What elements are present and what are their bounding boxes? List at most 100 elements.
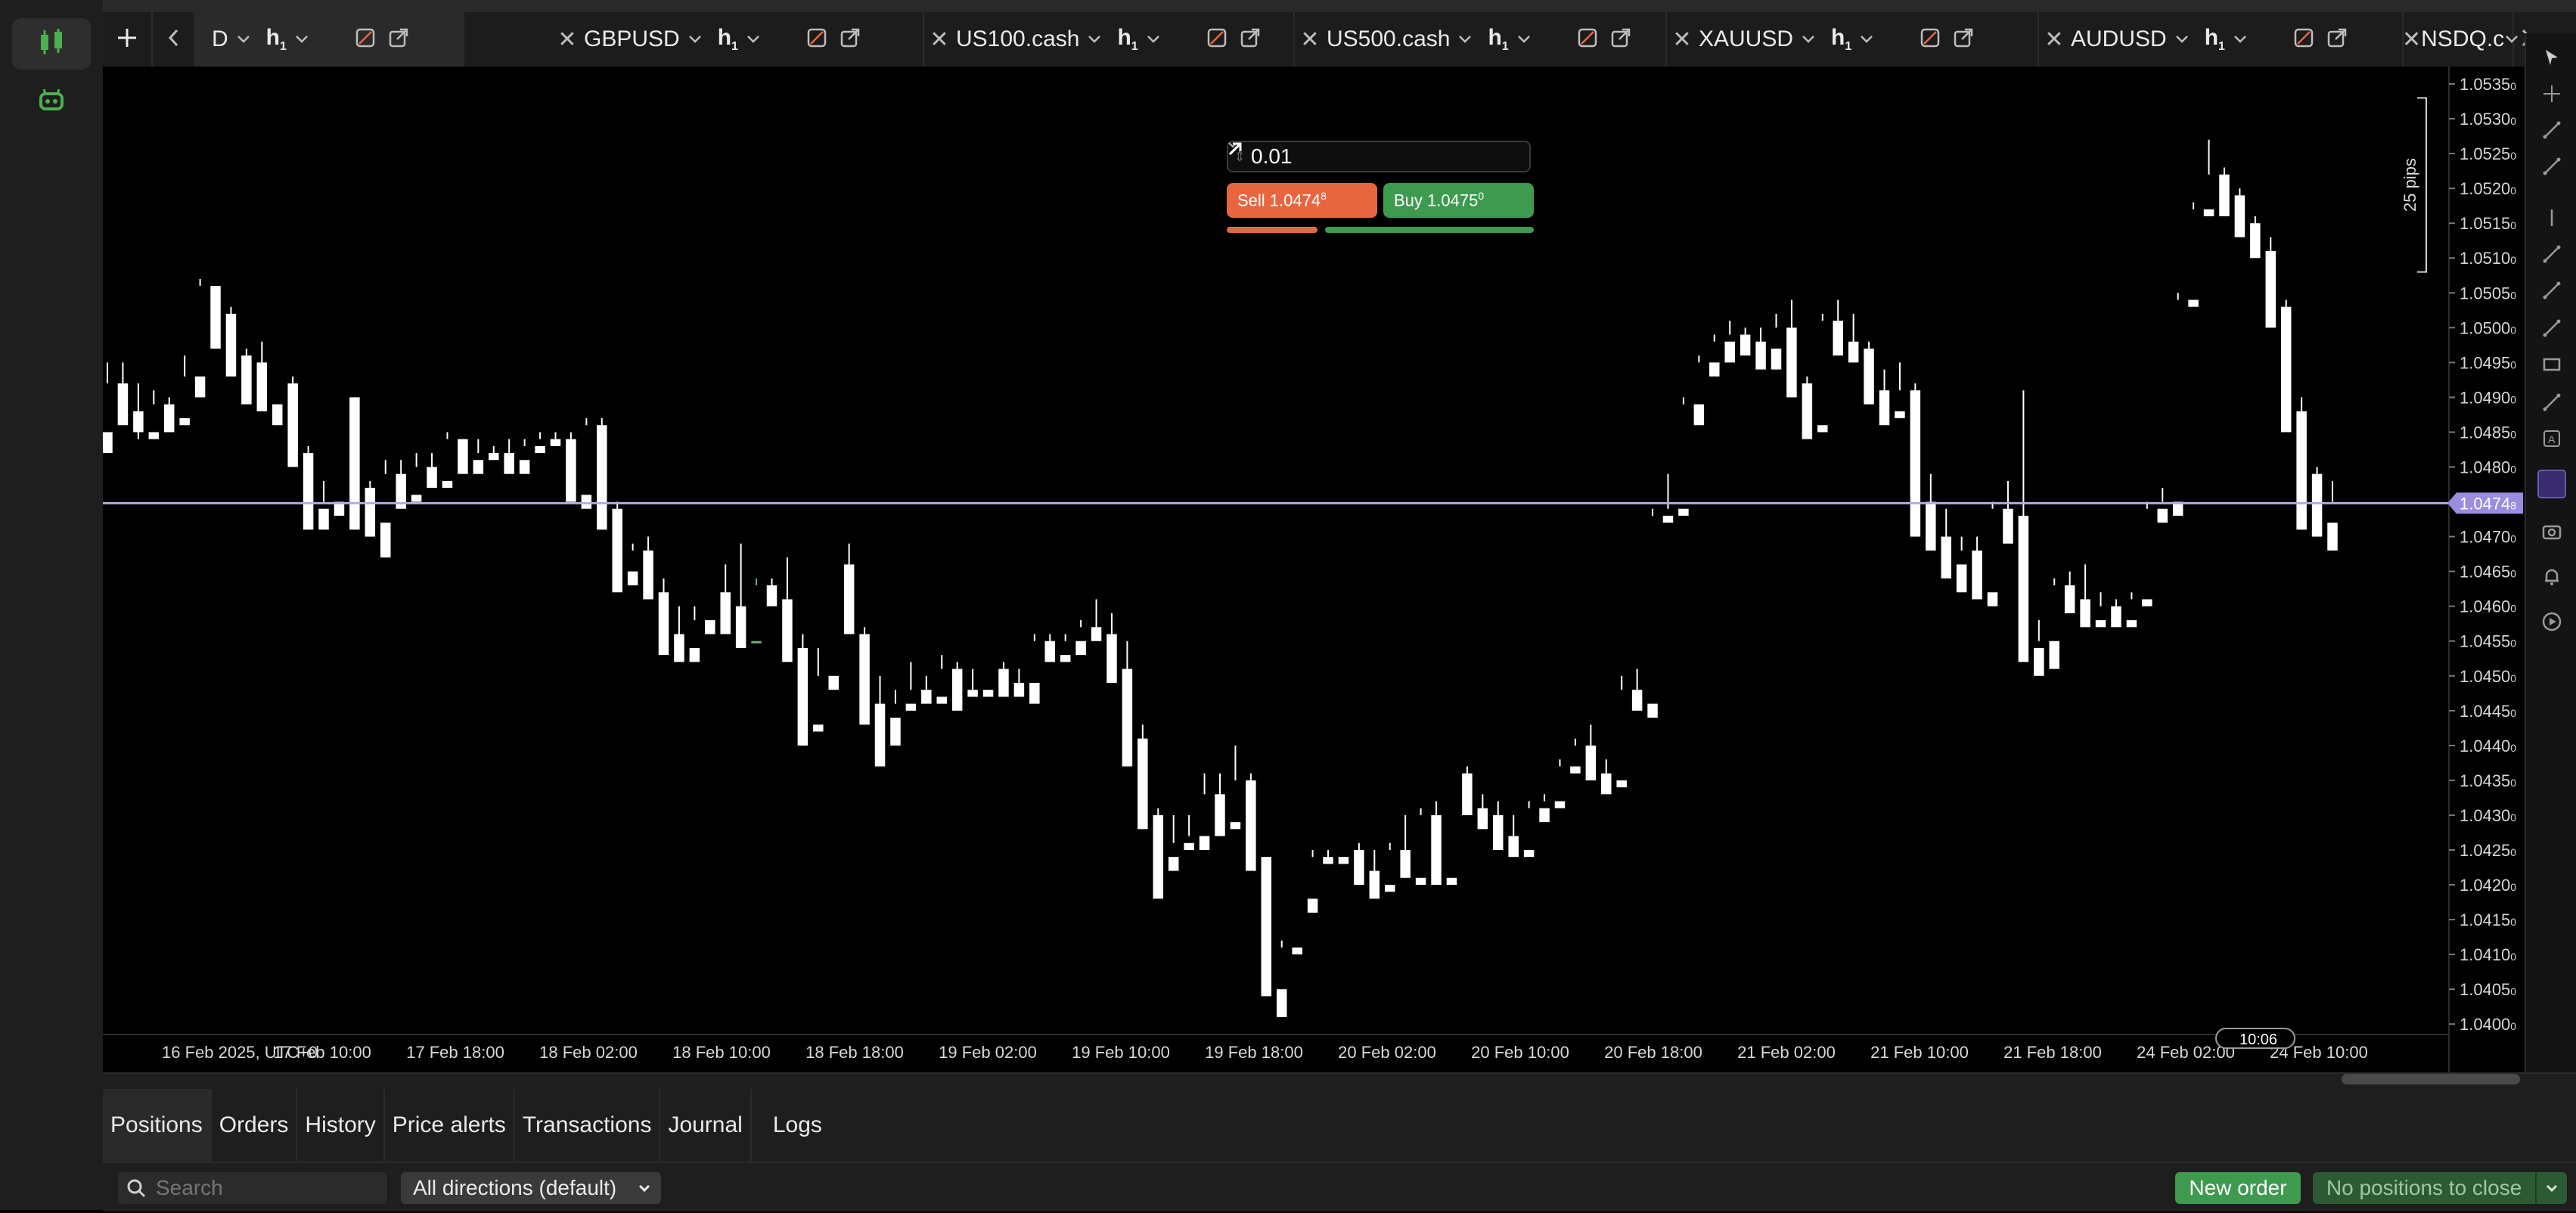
new-order-button[interactable]: New order xyxy=(2175,1172,2301,1204)
text-icon[interactable]: A xyxy=(2535,422,2568,455)
fibonacci-icon[interactable] xyxy=(2535,312,2568,345)
external-link-icon[interactable] xyxy=(2326,27,2348,52)
timeframe-selector[interactable]: h1 xyxy=(1117,25,1137,54)
chart-horizontal-scrollbar[interactable] xyxy=(2342,1074,2520,1084)
y-tick-label: 1.04550 xyxy=(2460,632,2516,651)
candle-body xyxy=(1601,773,1612,795)
symbol-tab[interactable]: ✕ US100.cash h1 xyxy=(923,12,1295,67)
candle-body xyxy=(535,445,545,454)
terminal-tab-orders[interactable]: Orders xyxy=(212,1089,298,1162)
pencil-icon[interactable] xyxy=(2535,274,2568,307)
timeframe-selector[interactable]: h1 xyxy=(266,25,287,54)
chevron-down-icon[interactable] xyxy=(680,12,710,67)
candle-body xyxy=(1771,348,1782,370)
candle-body xyxy=(163,404,175,433)
lot-size-value[interactable]: 0.01 xyxy=(1251,144,1507,169)
tab-symbol: XAUUSD xyxy=(1699,26,1794,51)
camera-icon[interactable] xyxy=(2535,514,2568,548)
candle-body xyxy=(256,362,268,411)
chevron-down-icon[interactable] xyxy=(1138,12,1169,67)
vertical-line-icon[interactable] xyxy=(2535,201,2568,234)
chevron-down-icon[interactable] xyxy=(1079,12,1110,67)
hide-trades-icon[interactable] xyxy=(806,27,827,52)
scroll-tabs-left-button[interactable] xyxy=(157,12,191,67)
chart-view-button[interactable] xyxy=(12,18,91,70)
close-icon[interactable]: ✕ xyxy=(2038,12,2071,67)
close-icon[interactable]: ✕ xyxy=(551,12,584,67)
candle-body xyxy=(458,439,468,474)
chevron-down-icon[interactable] xyxy=(1793,12,1823,67)
timeframe-selector[interactable]: h1 xyxy=(2205,25,2225,54)
chevron-down-icon[interactable] xyxy=(1851,12,1882,67)
timeframe-selector[interactable]: h1 xyxy=(718,25,738,54)
chevron-down-icon[interactable] xyxy=(2535,1172,2567,1204)
shape-icon[interactable] xyxy=(2535,386,2568,419)
buy-button[interactable]: Buy 1.04750 xyxy=(1228,142,1534,218)
hide-trades-icon[interactable] xyxy=(355,27,376,52)
chevron-down-icon[interactable] xyxy=(228,12,259,67)
hide-trades-icon[interactable] xyxy=(1206,27,1227,52)
add-tab-button[interactable] xyxy=(103,12,153,67)
price-chart[interactable]: 1.05350 1.05300 1.05250 1.05200 1.05150 1.051… xyxy=(103,67,2525,1072)
play-icon[interactable] xyxy=(2535,605,2568,638)
candle-body xyxy=(813,724,824,732)
terminal-tab-transactions[interactable]: Transactions xyxy=(515,1089,661,1162)
bell-icon[interactable] xyxy=(2535,560,2568,593)
rectangle-icon[interactable] xyxy=(2535,348,2568,381)
close-icon[interactable]: ✕ xyxy=(1293,12,1327,67)
symbol-tab[interactable]: Dh1 xyxy=(194,12,464,67)
terminal-tab-journal[interactable]: Journal xyxy=(660,1089,752,1162)
cursor-icon[interactable] xyxy=(2535,41,2568,74)
terminal-tab-logs[interactable]: Logs xyxy=(752,1089,830,1162)
filter-row: All directions (default) New order No po… xyxy=(103,1162,2576,1213)
terminal-tab-price-alerts[interactable]: Price alerts xyxy=(385,1089,515,1162)
terminal-tab-history[interactable]: History xyxy=(297,1089,385,1162)
bot-button[interactable] xyxy=(12,76,91,127)
hide-trades-icon[interactable] xyxy=(1577,27,1598,52)
external-link-icon[interactable] xyxy=(1953,27,1974,52)
hide-trades-icon[interactable] xyxy=(1920,27,1941,52)
close-positions-button[interactable]: No positions to close xyxy=(2313,1172,2567,1204)
external-link-icon[interactable] xyxy=(388,27,409,52)
crosshair-icon[interactable] xyxy=(2535,77,2568,110)
pitchfork-icon[interactable] xyxy=(2535,237,2568,271)
timeframe-selector[interactable]: h1 xyxy=(1488,25,1508,54)
timeframe-selector[interactable]: h1 xyxy=(1831,25,1851,54)
close-icon[interactable]: ✕ xyxy=(923,12,956,67)
hide-trades-icon[interactable] xyxy=(2293,27,2314,52)
candle-body xyxy=(2234,195,2245,237)
color-swatch-icon[interactable] xyxy=(2535,467,2568,501)
candle-body xyxy=(2250,223,2261,259)
candle-body xyxy=(1585,745,1597,780)
channel-icon[interactable] xyxy=(2535,150,2568,183)
y-tick-label: 1.04250 xyxy=(2460,841,2516,860)
lot-size-input[interactable]: ⇕ 0.01 xyxy=(1227,141,1531,172)
symbol-tab[interactable]: ✕ XAUUSD h1 xyxy=(1665,12,2039,67)
chevron-down-icon[interactable] xyxy=(2225,12,2255,67)
chevron-down-icon[interactable] xyxy=(738,12,768,67)
symbol-tab[interactable]: ✕ GBPUSD h1 xyxy=(551,12,924,67)
trend-line-icon[interactable] xyxy=(2535,113,2568,147)
chevron-down-icon[interactable] xyxy=(287,12,317,67)
external-link-icon[interactable] xyxy=(1240,27,1261,52)
symbol-tab[interactable]: ✕ AUDUSD h1 xyxy=(2038,12,2404,67)
y-tick-label: 1.04900 xyxy=(2460,388,2516,407)
external-link-icon[interactable] xyxy=(840,27,861,52)
candle-body xyxy=(797,647,808,746)
close-icon[interactable]: ✕ xyxy=(1665,12,1699,67)
close-icon[interactable]: ✕ xyxy=(2402,12,2421,67)
search-box[interactable] xyxy=(118,1172,387,1204)
chevron-down-icon[interactable] xyxy=(1509,12,1539,67)
search-input[interactable] xyxy=(154,1175,377,1201)
chevron-down-icon[interactable] xyxy=(1450,12,1480,67)
candle-body xyxy=(2018,515,2029,662)
symbol-tab[interactable]: ✕ NSDQ.c xyxy=(2402,12,2519,67)
terminal-tab-positions[interactable]: Positions xyxy=(103,1089,212,1162)
sell-button[interactable]: Sell 1.04748 xyxy=(1227,142,1377,218)
symbol-tab[interactable]: ✕ US500.cash h1 xyxy=(1293,12,1667,67)
direction-select[interactable]: All directions (default) xyxy=(401,1172,661,1204)
candle-body xyxy=(210,286,221,349)
chevron-down-icon[interactable] xyxy=(2167,12,2197,67)
buy-price-pip: 0 xyxy=(1478,190,1485,203)
external-link-icon[interactable] xyxy=(1610,27,1631,52)
